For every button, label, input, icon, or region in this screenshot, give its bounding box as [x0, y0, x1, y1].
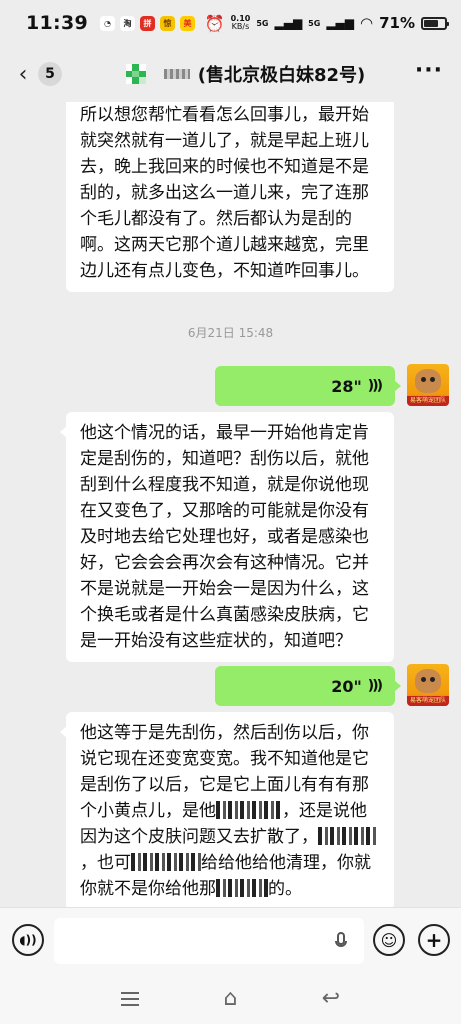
mic-icon[interactable]: [334, 932, 348, 952]
clock-app-icon: ◔: [99, 15, 115, 31]
message-text: 他这个情况的话，最早一开始他肯定肯定是刮伤的，知道吧？刮伤以后，就他刮到什么程度…: [80, 423, 369, 651]
voice-duration: 28": [331, 376, 362, 396]
system-nav-bar: ⌂ ↩: [0, 973, 461, 1024]
redaction-mosaic: [318, 827, 378, 845]
contact-avatar-mosaic: [125, 64, 146, 84]
avatar-banner: 易客萌宠团队: [407, 396, 449, 406]
voice-mode-button[interactable]: ◖)): [12, 924, 44, 956]
smiley-icon: ☺: [380, 930, 398, 950]
voice-message-sent[interactable]: 28" ))): [215, 366, 401, 406]
more-options-button[interactable]: ···: [415, 58, 443, 83]
message-bubble-received[interactable]: 他这等于是先刮伤，然后刮伤以后，你说它现在还变宽变宽。我不知道他是它是刮伤了以后…: [60, 712, 394, 907]
redacted-name: [163, 69, 190, 79]
back-arrow-icon: ↩: [321, 986, 341, 1011]
pinduoduo-app-icon: 拼: [139, 15, 155, 31]
chevron-left-icon: ‹: [18, 61, 28, 87]
wifi-icon: ◠: [360, 14, 374, 32]
voice-wave-icon: ))): [367, 378, 383, 394]
recents-button[interactable]: [110, 984, 150, 1014]
chat-title: (售北京极白妹82号): [197, 65, 366, 86]
net-speed-unit: KB/s: [231, 22, 250, 31]
my-avatar[interactable]: 易客萌宠团队: [407, 364, 449, 406]
message-bubble-received[interactable]: 他这个情况的话，最早一开始他肯定肯定是刮伤的，知道吧？刮伤以后，就他刮到什么程度…: [60, 412, 394, 662]
voice-message-sent[interactable]: 20" ))): [215, 666, 401, 706]
signal-2-label: 5G: [308, 18, 321, 28]
back-button[interactable]: ‹: [10, 54, 36, 94]
taobao-app-icon: 淘: [119, 15, 135, 31]
system-back-button[interactable]: ↩: [311, 984, 351, 1014]
chat-header: ‹ 5 (售北京极白妹82号) ···: [0, 46, 461, 102]
plus-button[interactable]: +: [418, 924, 450, 956]
alarm-icon: ⏰: [204, 13, 225, 33]
net-speed: 0.10 KB/s: [231, 15, 251, 31]
voice-duration: 20": [331, 676, 362, 696]
status-time: 11:39: [26, 12, 88, 34]
signal-bars-icon: ▂▄▆: [326, 16, 354, 30]
message-input-bar: ◖)) ☺ +: [0, 907, 461, 973]
meituan-app-icon: 美: [179, 15, 195, 31]
unread-count-badge[interactable]: 5: [38, 62, 62, 86]
my-avatar[interactable]: 易客萌宠团队: [407, 664, 449, 706]
message-bubble-received[interactable]: 所以想您帮忙看看怎么回事儿，最开始就突然就有一道儿了，就是早起上班儿去，晚上我回…: [66, 102, 394, 292]
dog-face-icon: [415, 369, 441, 393]
emoji-button[interactable]: ☺: [373, 924, 405, 956]
chat-title-area[interactable]: (售北京极白妹82号): [100, 46, 391, 102]
plus-icon: +: [425, 928, 443, 952]
notification-icons: ◔ 淘拼惊美: [99, 15, 195, 31]
redaction-mosaic: [216, 879, 268, 897]
signal-bars-icon: ▂▄▆: [274, 16, 303, 30]
menu-icon: [121, 991, 140, 1006]
battery-percent: 71%: [379, 14, 415, 32]
signal-1-label: 5G: [256, 18, 269, 28]
message-text: 所以想您帮忙看看怎么回事儿，最开始就突然就有一道儿了，就是早起上班儿去，晚上我回…: [80, 105, 369, 281]
redaction-mosaic: [216, 801, 282, 819]
message-text: 的。: [268, 879, 302, 899]
home-button[interactable]: ⌂: [210, 984, 250, 1014]
ellipsis-icon: ···: [414, 58, 443, 83]
chat-messages[interactable]: 所以想您帮忙看看怎么回事儿，最开始就突然就有一道儿了，就是早起上班儿去，晚上我回…: [0, 102, 461, 907]
voice-wave-icon: ◖)): [19, 933, 37, 947]
status-indicators: ⏰ 0.10 KB/s 5G ▂▄▆ 5G ▂▄▆ ◠ 71%: [204, 13, 449, 33]
message-timestamp: 6月21日 15:48: [187, 326, 274, 340]
avatar-banner: 易客萌宠团队: [407, 696, 449, 706]
voice-wave-icon: ))): [367, 678, 383, 694]
status-bar: 11:39 ◔ 淘拼惊美 ⏰ 0.10 KB/s 5G ▂▄▆ 5G ▂▄▆ ◠ …: [0, 0, 461, 46]
home-icon: ⌂: [223, 986, 238, 1011]
redaction-mosaic: [131, 853, 201, 871]
battery-icon: [421, 16, 449, 30]
shopping-app-icon: 惊: [159, 15, 175, 31]
dog-face-icon: [415, 669, 441, 693]
message-input[interactable]: [54, 918, 364, 964]
message-text: ，也可: [80, 853, 131, 873]
